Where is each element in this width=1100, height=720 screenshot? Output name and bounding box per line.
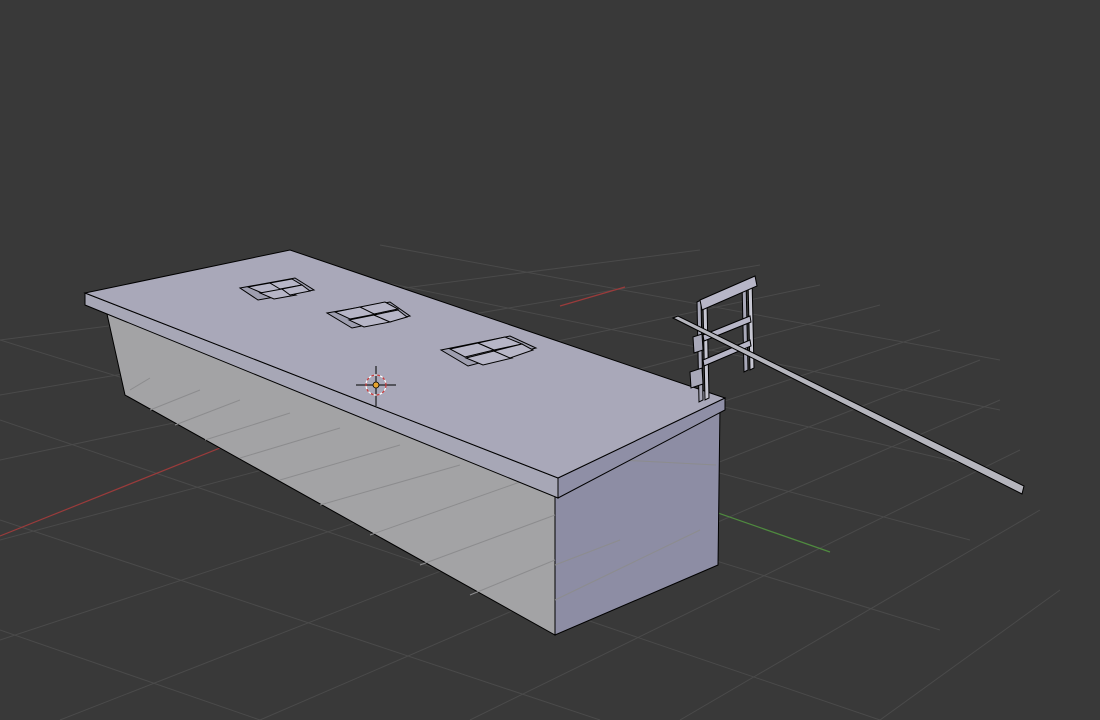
3d-viewport[interactable] [0,0,1100,720]
pole[interactable] [671,315,1025,495]
viewport-canvas[interactable] [0,0,1100,720]
x-axis-line-far [559,286,626,307]
